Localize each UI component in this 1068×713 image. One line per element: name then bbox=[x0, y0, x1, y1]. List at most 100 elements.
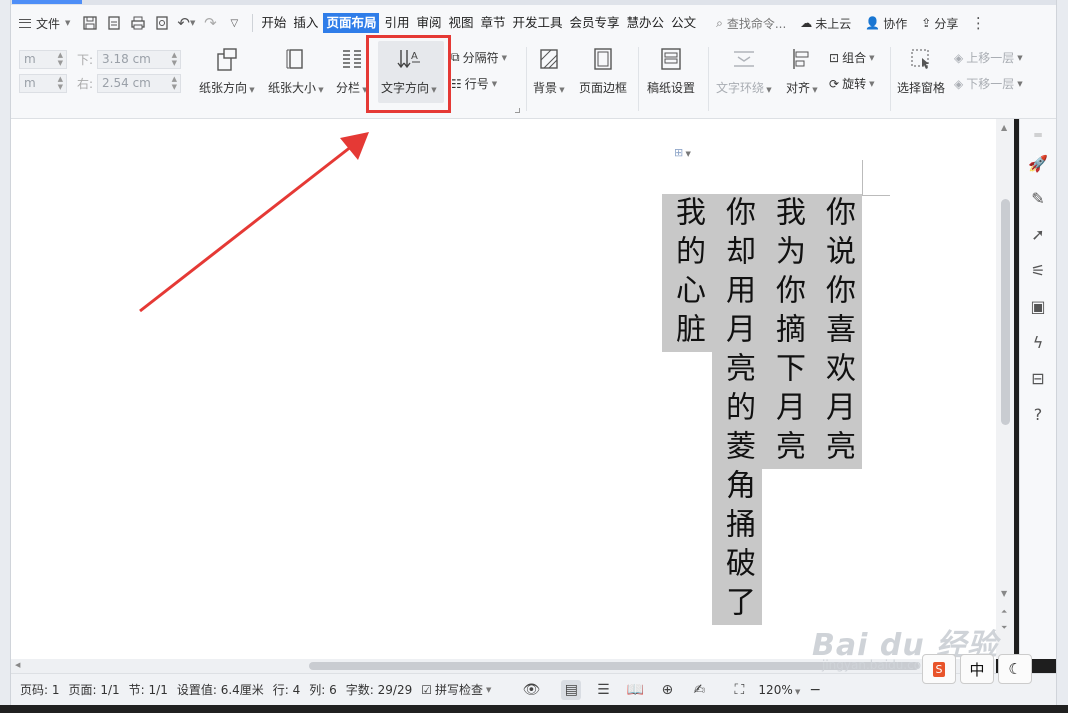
orientation-button[interactable]: 纸张方向 ▼ bbox=[199, 44, 255, 96]
command-search[interactable]: ⌕ 查找命令... bbox=[716, 15, 786, 32]
undo-icon[interactable]: ↶ ▼ bbox=[174, 11, 198, 35]
line-numbers-label: 行号 bbox=[464, 77, 489, 91]
status-page-number[interactable]: 页码: 1 bbox=[20, 681, 60, 698]
page-border-label: 页面边框 bbox=[579, 81, 628, 95]
text-column-4[interactable]: 我的心脏 bbox=[662, 194, 712, 352]
moon-icon[interactable]: ☾ bbox=[998, 654, 1032, 684]
rotate-button[interactable]: ⟳ 旋转 ▼ bbox=[829, 75, 874, 92]
paper-size-icon bbox=[281, 44, 311, 74]
status-section[interactable]: 节: 1/1 bbox=[129, 681, 168, 698]
ime-logo-icon[interactable]: S bbox=[922, 654, 956, 684]
bring-forward-button[interactable]: ◈ 上移一层 ▼ bbox=[954, 49, 1023, 66]
text-column-2[interactable]: 我为你摘下月亮 bbox=[762, 194, 812, 469]
tab-sections[interactable]: 章节 bbox=[479, 13, 508, 33]
text-column-1[interactable]: 你说你喜欢月亮 bbox=[812, 194, 862, 469]
status-column[interactable]: 列: 6 bbox=[309, 681, 337, 698]
scroll-up-icon[interactable]: ▲ bbox=[1001, 123, 1007, 132]
margin-bottom-label: 下: bbox=[77, 52, 94, 67]
text-wrap-icon bbox=[729, 44, 759, 74]
columns-icon bbox=[337, 44, 367, 74]
scroll-left-icon[interactable]: ◀ bbox=[15, 661, 20, 669]
zoom-out-icon[interactable]: − bbox=[809, 682, 821, 698]
search-placeholder: 查找命令... bbox=[726, 16, 787, 31]
page-border-button[interactable]: 页面边框 bbox=[579, 44, 627, 96]
file-menu-button[interactable]: 文件 ▼ bbox=[11, 10, 78, 36]
tab-insert[interactable]: 插入 bbox=[291, 13, 320, 33]
margin-bottom-field[interactable]: 3.18 cm ▲ ▼ bbox=[97, 49, 182, 69]
status-word-count[interactable]: 字数: 29/29 bbox=[346, 681, 412, 698]
spell-check-button[interactable]: ☑ 拼写检查 ▼ bbox=[421, 681, 491, 698]
selection-pane-button[interactable]: 选择窗格 bbox=[897, 44, 945, 96]
align-icon bbox=[787, 44, 817, 74]
selection-pane-icon bbox=[906, 44, 936, 74]
book-search-icon[interactable]: ⊟ bbox=[1026, 366, 1050, 390]
rotate-label: 旋转 bbox=[842, 77, 867, 91]
paper-size-button[interactable]: 纸张大小 ▼ bbox=[268, 44, 324, 96]
cloud-status-button[interactable]: ☁ 未上云 bbox=[800, 15, 851, 32]
vertical-scroll-thumb[interactable] bbox=[1001, 199, 1010, 425]
pen-icon[interactable]: ✎ bbox=[1026, 186, 1050, 210]
reading-view-icon[interactable]: 📖 bbox=[625, 680, 645, 700]
collaborate-label: 协作 bbox=[883, 16, 908, 31]
write-view-icon[interactable]: ✍ bbox=[689, 680, 709, 700]
customize-quick-access-icon[interactable]: ▽ bbox=[222, 11, 246, 35]
text-wrap-button[interactable]: 文字环绕 ▼ bbox=[716, 44, 772, 96]
more-options-icon[interactable]: ⋮ bbox=[966, 11, 990, 35]
page-setup-dialog-launcher[interactable] bbox=[515, 108, 520, 113]
zoom-level[interactable]: 120% ▼ bbox=[758, 683, 800, 697]
save-icon[interactable] bbox=[78, 11, 102, 35]
ribbon-tabs: 开始 插入 页面布局 引用 审阅 视图 章节 开发工具 会员专享 慧办公 公文 bbox=[259, 13, 698, 33]
print-preview-icon[interactable] bbox=[150, 11, 174, 35]
columns-button[interactable]: 分栏 ▼ bbox=[336, 44, 368, 96]
align-button[interactable]: 对齐 ▼ bbox=[786, 44, 818, 96]
tab-references[interactable]: 引用 bbox=[382, 13, 411, 33]
selection-pane-label: 选择窗格 bbox=[897, 81, 946, 95]
lightning-icon[interactable]: ϟ bbox=[1026, 330, 1050, 354]
tab-member[interactable]: 会员专享 bbox=[568, 13, 622, 33]
vertical-scrollbar[interactable]: ▲ ▼ ⏶ ⏷ bbox=[996, 119, 1014, 659]
tab-page-layout[interactable]: 页面布局 bbox=[323, 13, 380, 33]
margin-right-field[interactable]: 2.54 cm ▲ ▼ bbox=[97, 73, 182, 93]
eye-protection-icon[interactable]: 👁 bbox=[521, 680, 541, 700]
margin-left-field[interactable]: m ▲ ▼ bbox=[19, 73, 67, 93]
line-numbers-button[interactable]: ☷ 行号 ▼ bbox=[451, 75, 497, 92]
collaborate-button[interactable]: 👤 协作 bbox=[865, 15, 907, 32]
manuscript-settings-button[interactable]: 稿纸设置 bbox=[647, 44, 695, 96]
paragraph-anchor-icon[interactable]: ⊞ ▼ bbox=[674, 146, 691, 159]
send-backward-button[interactable]: ◈ 下移一层 ▼ bbox=[954, 75, 1023, 92]
status-line[interactable]: 行: 4 bbox=[273, 681, 301, 698]
image-icon[interactable]: ▣ bbox=[1026, 294, 1050, 318]
columns-label: 分栏 ▼ bbox=[336, 81, 368, 95]
tab-home[interactable]: 开始 bbox=[259, 13, 288, 33]
margin-right-value: 2.54 cm bbox=[102, 75, 151, 90]
status-setting-value[interactable]: 设置值: 6.4厘米 bbox=[177, 681, 264, 698]
web-view-icon[interactable]: ⊕ bbox=[657, 680, 677, 700]
tab-official-docs[interactable]: 公文 bbox=[669, 13, 698, 33]
background-button[interactable]: 背景 ▼ bbox=[533, 44, 565, 96]
cursor-icon[interactable]: ➚ bbox=[1026, 222, 1050, 246]
export-pdf-icon[interactable] bbox=[102, 11, 126, 35]
tab-view[interactable]: 视图 bbox=[446, 13, 475, 33]
share-button[interactable]: ⇪ 分享 bbox=[921, 15, 958, 32]
ime-language-button[interactable]: 中 bbox=[960, 654, 994, 684]
tab-developer[interactable]: 开发工具 bbox=[511, 13, 565, 33]
text-column-3[interactable]: 你却用月亮的菱角捅破了 bbox=[712, 194, 762, 625]
group-label: 组合 bbox=[842, 51, 867, 65]
text-wrap-label: 文字环绕 ▼ bbox=[716, 81, 772, 95]
group-button[interactable]: ⊡ 组合 ▼ bbox=[829, 49, 874, 66]
breaks-button[interactable]: ⧉ 分隔符 ▼ bbox=[451, 49, 507, 66]
help-icon[interactable]: ? bbox=[1026, 402, 1050, 426]
tab-smart-office[interactable]: 慧办公 bbox=[625, 13, 667, 33]
print-icon[interactable] bbox=[126, 11, 150, 35]
sliders-icon[interactable]: ⚟ bbox=[1026, 258, 1050, 282]
page-view-icon[interactable]: ▤ bbox=[561, 679, 582, 700]
fit-page-icon[interactable]: ⛶ bbox=[729, 680, 749, 700]
menu-bar: 文件 ▼ ↶ ▼ ↷ ▽ 开始 插入 页面布局 引用 审阅 视图 章节 开发工具 … bbox=[11, 5, 1056, 41]
redo-icon[interactable]: ↷ bbox=[198, 11, 222, 35]
rocket-icon[interactable]: 🚀 bbox=[1026, 151, 1050, 175]
panel-handle-icon[interactable]: ═ bbox=[1026, 123, 1050, 147]
status-pages[interactable]: 页面: 1/1 bbox=[69, 681, 120, 698]
tab-review[interactable]: 审阅 bbox=[414, 13, 443, 33]
outline-view-icon[interactable]: ☰ bbox=[593, 680, 613, 700]
margin-top-field[interactable]: m ▲ ▼ bbox=[19, 49, 67, 69]
